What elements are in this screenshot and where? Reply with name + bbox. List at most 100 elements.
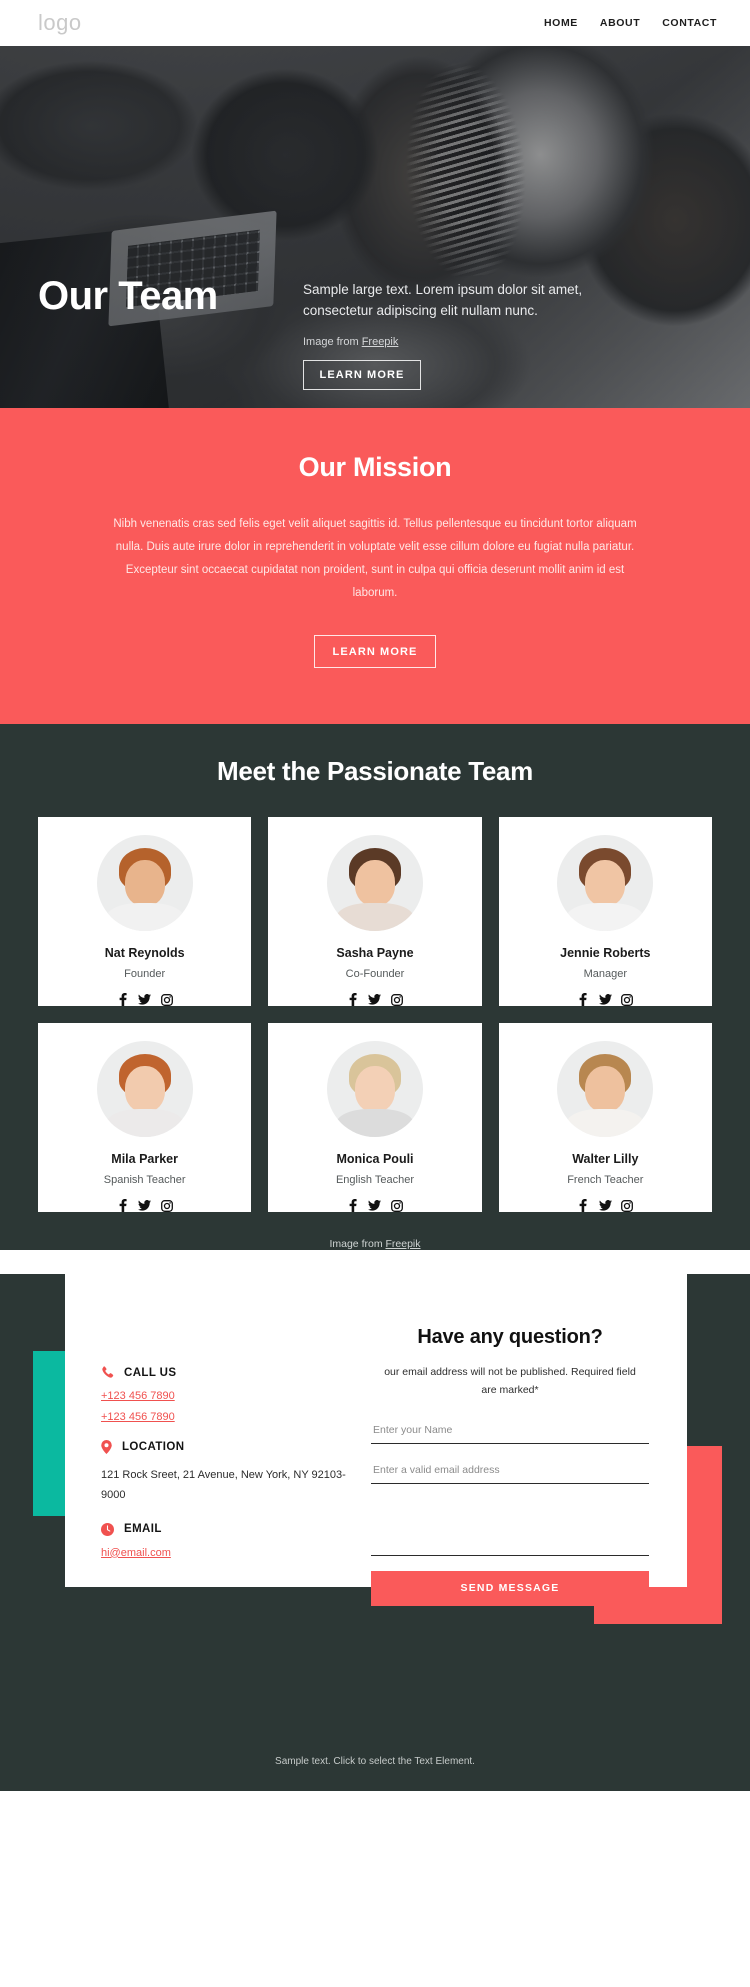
member-role: Manager bbox=[583, 968, 628, 980]
contact-location-heading: LOCATION bbox=[101, 1440, 353, 1454]
twitter-icon[interactable] bbox=[138, 993, 152, 1006]
form-title: Have any question? bbox=[417, 1326, 603, 1348]
facebook-icon[interactable] bbox=[577, 1199, 590, 1212]
social-links bbox=[346, 993, 403, 1006]
team-card[interactable]: Walter Lilly French Teacher bbox=[498, 1023, 712, 1212]
facebook-icon[interactable] bbox=[577, 993, 590, 1006]
send-message-button[interactable]: SEND MESSAGE bbox=[371, 1570, 649, 1606]
avatar-face bbox=[354, 1065, 395, 1112]
member-name: Walter Lilly bbox=[572, 1152, 639, 1166]
hero-image-credit: Image from Freepik bbox=[303, 336, 593, 348]
social-links bbox=[577, 1199, 634, 1212]
team-card[interactable]: Monica Pouli English Teacher bbox=[268, 1023, 482, 1212]
avatar bbox=[96, 1041, 193, 1137]
hero-title: Our Team bbox=[38, 274, 218, 318]
contact-phone-2[interactable]: +123 456 7890 bbox=[101, 1411, 353, 1423]
contact-info: CALL US +123 456 7890 +123 456 7890 LOCA… bbox=[101, 1304, 353, 1587]
contact-phone-1[interactable]: +123 456 7890 bbox=[101, 1390, 353, 1402]
mission-body-text: Nibh venenatis cras sed felis eget velit… bbox=[113, 518, 637, 599]
nav-link-about[interactable]: ABOUT bbox=[600, 17, 640, 29]
team-credit-link[interactable]: Freepik bbox=[386, 1238, 421, 1250]
member-role: English Teacher bbox=[335, 1174, 415, 1186]
instagram-icon[interactable] bbox=[160, 1199, 173, 1212]
avatar bbox=[326, 1041, 423, 1137]
social-links bbox=[116, 1199, 173, 1212]
avatar-face bbox=[585, 859, 626, 906]
twitter-icon[interactable] bbox=[368, 993, 382, 1006]
map-pin-icon bbox=[101, 1440, 112, 1454]
twitter-icon[interactable] bbox=[598, 1199, 612, 1212]
instagram-icon[interactable] bbox=[621, 993, 634, 1006]
member-role: French Teacher bbox=[567, 1174, 644, 1186]
member-role: Co-Founder bbox=[345, 968, 405, 980]
hero-text-block: Sample large text. Lorem ipsum dolor sit… bbox=[303, 280, 593, 348]
team-grid: Nat Reynolds Founder Sasha Payne Co-Foun… bbox=[38, 817, 712, 1212]
contact-card: CALL US +123 456 7890 +123 456 7890 LOCA… bbox=[65, 1274, 687, 1606]
contact-location-label: LOCATION bbox=[122, 1441, 185, 1453]
main-navigation: HOME ABOUT CONTACT bbox=[544, 17, 717, 29]
team-card[interactable]: Nat Reynolds Founder bbox=[38, 817, 252, 1006]
name-input[interactable] bbox=[371, 1417, 649, 1444]
hero-credit-link[interactable]: Freepik bbox=[362, 336, 399, 348]
avatar bbox=[557, 835, 654, 931]
social-links bbox=[577, 993, 634, 1006]
contact-form: Have any question? our email address wil… bbox=[353, 1304, 649, 1606]
nav-link-contact[interactable]: CONTACT bbox=[662, 17, 717, 29]
email-input[interactable] bbox=[371, 1457, 649, 1484]
logo[interactable]: logo bbox=[38, 10, 82, 36]
avatar bbox=[96, 835, 193, 931]
member-name: Mila Parker bbox=[111, 1152, 179, 1166]
instagram-icon[interactable] bbox=[390, 993, 403, 1006]
avatar-body bbox=[105, 903, 184, 931]
team-card[interactable]: Sasha Payne Co-Founder bbox=[268, 817, 482, 1006]
member-role: Spanish Teacher bbox=[103, 1174, 186, 1186]
avatar bbox=[326, 835, 423, 931]
team-credit-prefix: Image from bbox=[329, 1238, 386, 1250]
contact-call-us-block: CALL US +123 456 7890 +123 456 7890 bbox=[101, 1366, 353, 1423]
mission-learn-more-button[interactable]: LEARN MORE bbox=[314, 635, 436, 668]
twitter-icon[interactable] bbox=[598, 993, 612, 1006]
member-name: Nat Reynolds bbox=[104, 946, 185, 960]
instagram-icon[interactable] bbox=[390, 1199, 403, 1212]
hero-section: Our Team Sample large text. Lorem ipsum … bbox=[0, 46, 750, 408]
contact-email-block: EMAIL hi@email.com bbox=[101, 1522, 353, 1559]
site-header: logo HOME ABOUT CONTACT bbox=[0, 0, 750, 46]
twitter-icon[interactable] bbox=[138, 1199, 152, 1212]
member-role: Founder bbox=[124, 968, 166, 980]
avatar-face bbox=[354, 859, 395, 906]
avatar-body bbox=[566, 903, 645, 931]
avatar-body bbox=[335, 903, 414, 931]
message-textarea[interactable] bbox=[371, 1497, 649, 1556]
footer-text: Sample text. Click to select the Text El… bbox=[275, 1756, 475, 1767]
facebook-icon[interactable] bbox=[346, 993, 359, 1006]
avatar-body bbox=[335, 1109, 414, 1137]
team-card[interactable]: Jennie Roberts Manager bbox=[498, 817, 712, 1006]
member-name: Monica Pouli bbox=[336, 1152, 414, 1166]
team-title: Meet the Passionate Team bbox=[217, 756, 533, 786]
phone-icon bbox=[101, 1366, 114, 1379]
avatar-body bbox=[566, 1109, 645, 1137]
contact-call-us-label: CALL US bbox=[124, 1366, 177, 1379]
facebook-icon[interactable] bbox=[116, 993, 129, 1006]
mission-title: Our Mission bbox=[298, 452, 452, 482]
contact-email-label: EMAIL bbox=[124, 1523, 162, 1536]
twitter-icon[interactable] bbox=[368, 1199, 382, 1212]
contact-email-heading: EMAIL bbox=[101, 1522, 353, 1536]
hero-content: Our Team Sample large text. Lorem ipsum … bbox=[0, 46, 750, 408]
nav-link-home[interactable]: HOME bbox=[544, 17, 578, 29]
hero-subtitle: Sample large text. Lorem ipsum dolor sit… bbox=[303, 282, 583, 318]
avatar-body bbox=[105, 1109, 184, 1137]
mission-section: Our Mission Nibh venenatis cras sed feli… bbox=[0, 408, 750, 724]
site-footer: Sample text. Click to select the Text El… bbox=[0, 1704, 750, 1791]
facebook-icon[interactable] bbox=[116, 1199, 129, 1212]
team-card[interactable]: Mila Parker Spanish Teacher bbox=[38, 1023, 252, 1212]
clock-icon bbox=[101, 1522, 114, 1536]
instagram-icon[interactable] bbox=[160, 993, 173, 1006]
hero-learn-more-button[interactable]: LEARN MORE bbox=[303, 360, 421, 390]
contact-email-address[interactable]: hi@email.com bbox=[101, 1547, 353, 1559]
instagram-icon[interactable] bbox=[621, 1199, 634, 1212]
avatar-face bbox=[124, 1065, 165, 1112]
facebook-icon[interactable] bbox=[346, 1199, 359, 1212]
team-section: Meet the Passionate Team Nat Reynolds Fo… bbox=[0, 724, 750, 1250]
form-note: our email address will not be published.… bbox=[384, 1366, 636, 1397]
